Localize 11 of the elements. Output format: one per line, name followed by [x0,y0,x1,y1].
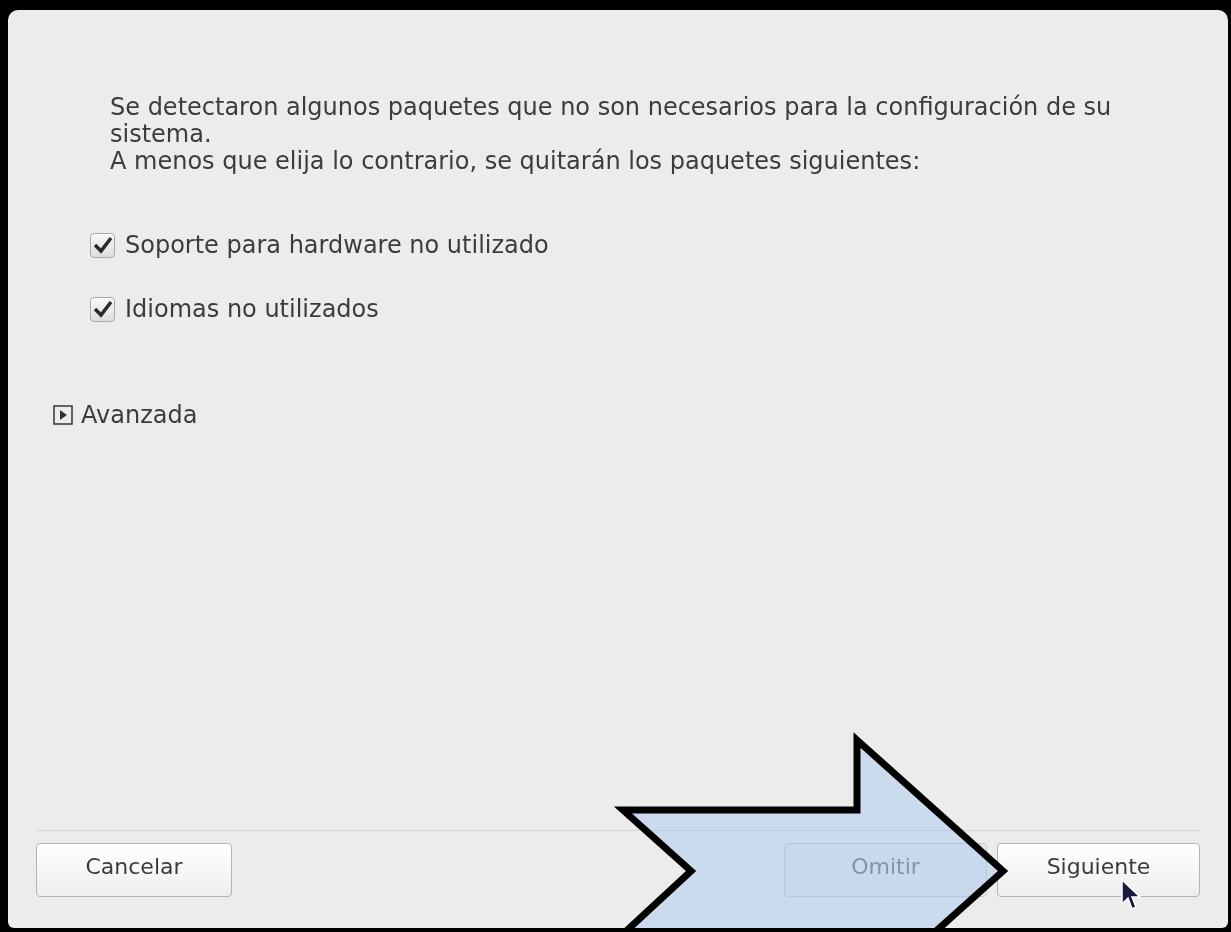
checkbox[interactable] [90,232,115,258]
mouse-pointer-icon [1120,878,1144,912]
checkbox[interactable] [90,296,115,322]
expander-icon[interactable] [53,405,73,425]
checkbox-label[interactable]: Soporte para hardware no utilizado [125,227,549,263]
dialog-button[interactable]: Siguiente [997,843,1200,897]
message-text: A menos que elija lo contrario, se quitarán los paquetes siguientes: [110,148,922,175]
checkbox-label[interactable]: Idiomas no utilizados [125,291,379,327]
dialog-button[interactable]: Cancelar [36,843,232,897]
message-text: Se detectaron algunos paquetes que no son necesarios para la configuración de su sistema. [110,94,1113,148]
expander-label[interactable]: Avanzada [81,397,198,433]
